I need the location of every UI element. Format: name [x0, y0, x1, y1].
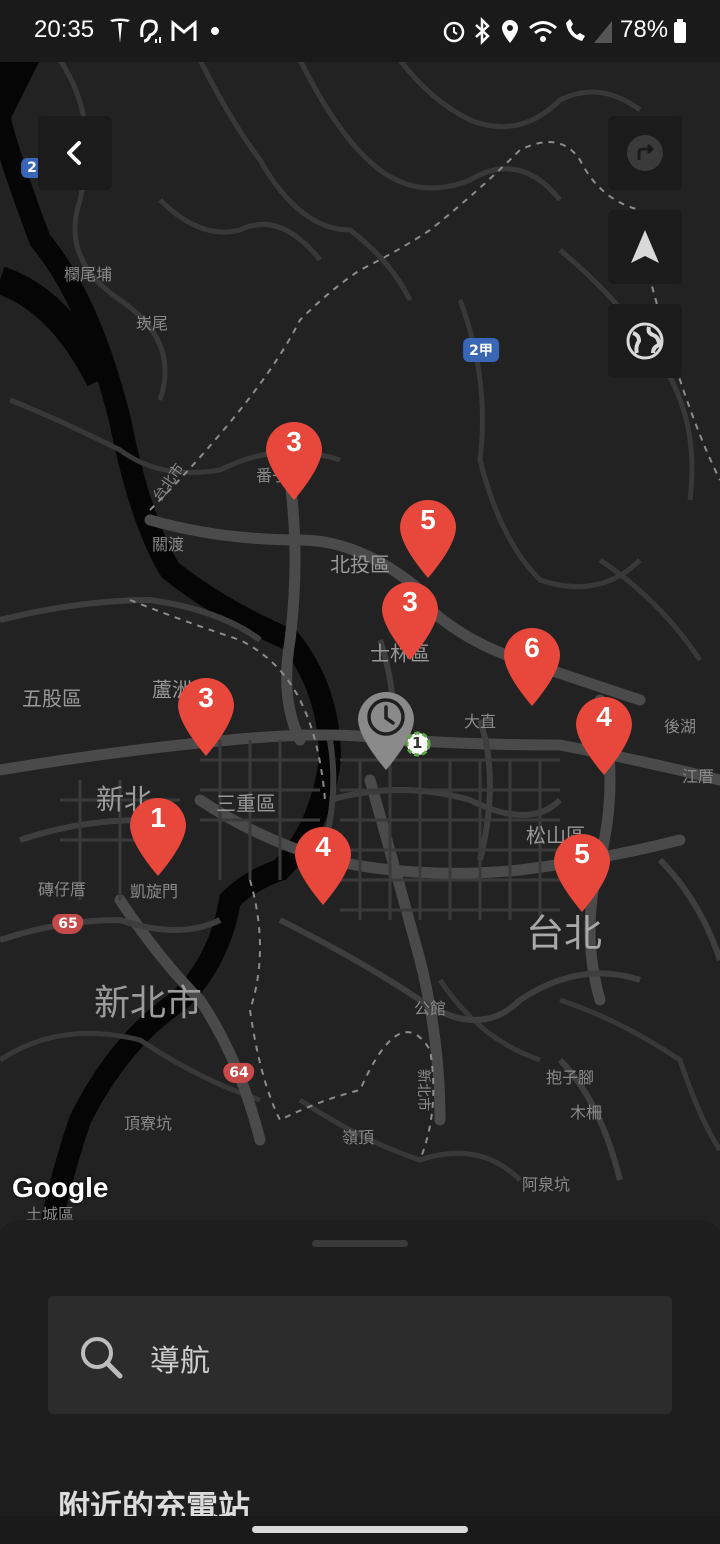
search-icon	[81, 1337, 123, 1379]
directions-icon	[627, 135, 663, 171]
map-view[interactable]: 欄尾埔 崁尾 台北市 關渡 番子 北投區 士林區 五股區 蘆洲 三重區 新北 大…	[0, 50, 720, 1230]
map-label-guandu: 關渡	[151, 535, 185, 554]
tesla-icon	[110, 18, 130, 43]
search-placeholder: 導航	[150, 1344, 210, 1379]
location-icon	[502, 20, 518, 43]
charger-pin[interactable]: 4	[292, 823, 354, 907]
charger-pin[interactable]: 5	[397, 496, 459, 580]
map-label-xinbeishi: 新北市	[93, 983, 203, 1024]
bottom-sheet: 導航 附近的充電站	[0, 1220, 720, 1544]
hearing-icon	[140, 19, 161, 43]
status-bar: 20:35 78%	[0, 0, 720, 62]
charger-pin[interactable]: 1	[127, 794, 189, 878]
chevron-left-icon	[67, 141, 81, 165]
pin-count: 5	[574, 838, 590, 869]
google-logo: Google	[12, 1172, 109, 1203]
globe-button[interactable]	[608, 304, 682, 378]
map-label-kaixuanmen: 凱旋門	[129, 882, 179, 901]
map-label-xinhai-road: 新北市	[415, 1069, 431, 1111]
map-label-aquankeng: 阿泉坑	[521, 1175, 571, 1194]
alarm-icon	[443, 21, 465, 43]
route-shield-64: 64	[223, 1063, 255, 1083]
gmail-icon	[171, 19, 197, 41]
home-gesture-handle[interactable]	[252, 1526, 468, 1533]
map-label-lanweipu: 欄尾埔	[63, 265, 113, 284]
pin-count: 4	[315, 831, 331, 862]
sheet-drag-handle[interactable]	[312, 1240, 408, 1247]
charger-pin[interactable]: 3	[175, 674, 237, 758]
wifi-icon	[529, 21, 557, 42]
map-label-sanchong: 三重區	[216, 791, 276, 816]
charger-pin[interactable]: 4	[573, 693, 635, 777]
system-nav-bar	[0, 1516, 720, 1544]
map-label-muzha: 木柵	[569, 1103, 603, 1122]
pin-count: 3	[286, 426, 302, 457]
charger-pin[interactable]: 3	[263, 418, 325, 502]
pin-count: 4	[596, 701, 612, 732]
bluetooth-icon	[475, 17, 490, 45]
map-label-qianwei: 崁尾	[135, 314, 169, 333]
screen: 20:35 78% 欄尾埔 崁尾 台北市 關渡 番子 北投區 士林區 五股區 蘆…	[0, 0, 720, 1544]
charger-pin[interactable]: 5	[551, 830, 613, 914]
map-label-dazhi: 大直	[463, 712, 497, 731]
map-label-jiangcuo: 江厝	[681, 767, 715, 786]
map-label-wugu: 五股區	[22, 686, 82, 711]
charger-pin[interactable]: 6	[501, 624, 563, 708]
map-label-zhuanzaicuo: 磚仔厝	[37, 880, 87, 899]
battery-percent: 78%	[620, 16, 669, 43]
globe-icon	[626, 322, 664, 360]
map-label-lingding: 嶺頂	[341, 1128, 375, 1147]
route-shield-65: 65	[52, 914, 84, 934]
dot-icon	[211, 27, 219, 35]
back-button[interactable]	[38, 116, 112, 190]
battery-icon	[674, 19, 686, 43]
route-shield-2jia: 2甲	[463, 338, 499, 362]
pin-count: 5	[420, 504, 436, 535]
route-button[interactable]	[608, 116, 682, 190]
selected-badge: 1	[412, 734, 423, 752]
map-label-houhu: 後湖	[663, 717, 697, 736]
signal-icon	[594, 21, 612, 43]
charger-pin[interactable]: 3	[379, 578, 441, 662]
map-label-dingliaokeng: 頂寮坑	[123, 1114, 173, 1133]
wifi-calling-icon	[566, 19, 585, 41]
navigation-search-box[interactable]	[48, 1296, 672, 1414]
map-label-baozijiao: 抱子腳	[545, 1068, 595, 1087]
map-label-gongguan: 公館	[413, 999, 447, 1018]
status-time: 20:35	[34, 16, 95, 43]
map-label-beitou: 北投區	[330, 552, 390, 577]
navigation-arrow-icon	[631, 230, 659, 263]
pin-count: 3	[402, 586, 418, 617]
locate-button[interactable]	[608, 210, 682, 284]
pin-count: 1	[150, 802, 166, 833]
pin-count: 6	[524, 632, 540, 663]
pin-count: 3	[198, 682, 214, 713]
